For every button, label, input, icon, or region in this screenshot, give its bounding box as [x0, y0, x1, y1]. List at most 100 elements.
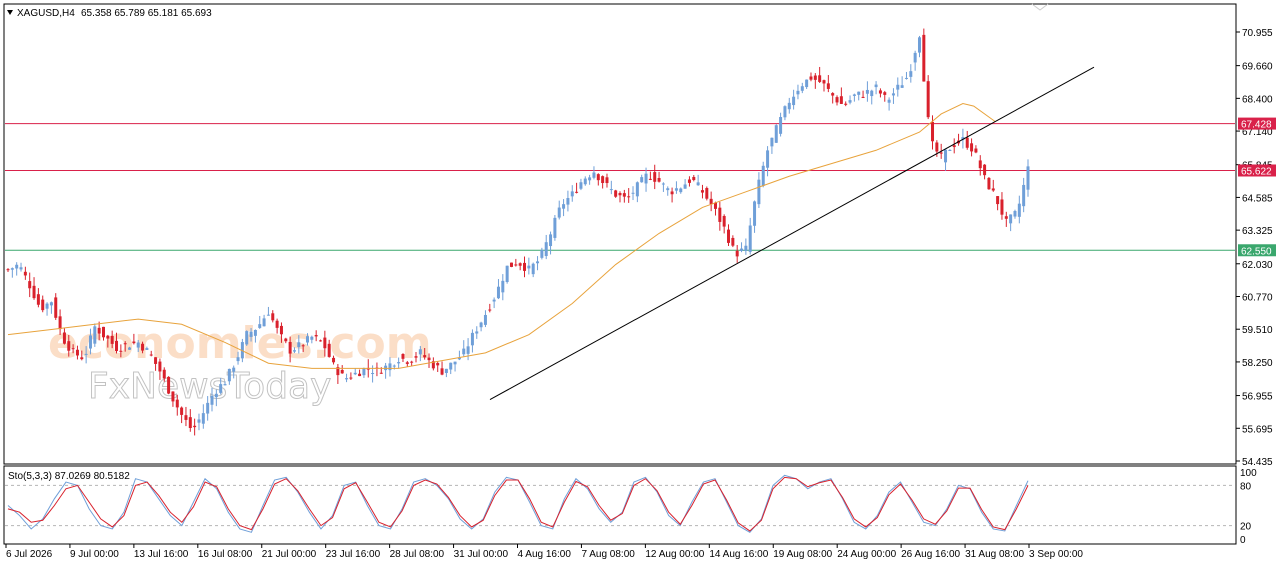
bull-candle	[570, 191, 574, 197]
stochastic-level-label: 20	[1240, 522, 1252, 533]
price-tick-label: 56.955	[1242, 392, 1273, 403]
price-tick-label: 59.510	[1242, 325, 1273, 336]
bull-candle	[631, 192, 635, 194]
time-tick-label: 19 Aug 08:00	[773, 549, 832, 560]
bear-candle	[488, 309, 492, 311]
resistance-price-tag-label: 67.428	[1241, 120, 1272, 131]
bear-candle	[6, 269, 10, 271]
time-tick-label: 7 Aug 08:00	[581, 549, 635, 560]
bull-candle	[536, 261, 540, 264]
price-tick-label: 64.585	[1242, 193, 1273, 204]
bull-candle	[145, 348, 149, 350]
bear-candle	[414, 356, 418, 358]
bear-candle	[379, 372, 383, 374]
ohlc-label: 65.358 65.789 65.181 65.693	[81, 8, 212, 19]
bull-candle	[904, 77, 908, 79]
bull-candle	[297, 342, 301, 348]
bull-candle	[549, 234, 553, 247]
bear-candle	[939, 152, 943, 154]
bear-candle	[23, 271, 27, 276]
bull-candle	[679, 188, 683, 193]
bull-candle	[913, 52, 917, 63]
bull-candle	[566, 198, 570, 205]
bear-candle	[123, 343, 127, 345]
bear-candle	[423, 355, 427, 358]
bear-candle	[878, 90, 882, 94]
bull-candle	[740, 248, 744, 251]
bull-candle	[475, 331, 479, 334]
time-tick-label: 12 Aug 00:00	[645, 549, 704, 560]
bull-candle	[1026, 166, 1030, 190]
bear-candle	[340, 369, 344, 374]
bear-candle	[831, 93, 835, 96]
bear-candle	[687, 179, 691, 183]
bull-candle	[562, 204, 566, 209]
bear-candle	[735, 250, 739, 257]
time-tick-label: 6 Jul 2026	[6, 549, 53, 560]
bear-candle	[965, 137, 969, 148]
chart-canvas[interactable]: economies.com FxNewsToday 70.955 69.660 68…	[0, 0, 1280, 567]
bull-candle	[896, 84, 900, 90]
bear-candle	[935, 142, 939, 152]
bear-candle	[32, 285, 36, 299]
bull-candle	[800, 86, 804, 91]
bear-candle	[826, 83, 830, 89]
bear-candle	[1000, 199, 1004, 215]
bull-candle	[19, 267, 23, 270]
bear-candle	[670, 191, 674, 195]
bear-candle	[987, 177, 991, 190]
bull-candle	[891, 93, 895, 96]
bull-candle	[88, 335, 92, 349]
time-tick-label: 24 Aug 00:00	[837, 549, 896, 560]
bear-candle	[835, 97, 839, 103]
bull-candle	[753, 201, 757, 226]
bull-candle	[857, 91, 861, 95]
bull-candle	[258, 324, 262, 328]
bear-candle	[279, 325, 283, 335]
bear-candle	[349, 377, 353, 379]
bear-candle	[162, 369, 166, 379]
bear-candle	[167, 376, 171, 394]
price-tick-label: 54.435	[1242, 457, 1273, 468]
bear-candle	[922, 34, 926, 82]
bull-candle	[345, 378, 349, 380]
bear-candle	[731, 237, 735, 246]
bear-candle	[75, 349, 79, 356]
bull-candle	[770, 137, 774, 147]
bull-candle	[49, 302, 53, 306]
bull-candle	[292, 350, 296, 352]
bull-candle	[483, 314, 487, 325]
time-tick-label: 9 Jul 00:00	[70, 549, 119, 560]
bull-candle	[45, 303, 49, 309]
bull-candle	[1009, 214, 1013, 224]
bull-candle	[666, 188, 670, 191]
bull-candle	[874, 84, 878, 88]
bear-candle	[36, 294, 40, 305]
bear-candle	[110, 335, 114, 344]
bear-candle	[275, 320, 279, 328]
bear-candle	[514, 264, 518, 266]
stochastic-level-label: 100	[1240, 468, 1257, 479]
bear-candle	[184, 415, 188, 420]
bull-candle	[870, 90, 874, 97]
bear-candle	[410, 361, 414, 363]
bull-candle	[583, 178, 587, 185]
bull-candle	[805, 79, 809, 88]
time-tick-label: 31 Aug 08:00	[965, 549, 1024, 560]
bull-candle	[909, 71, 913, 77]
bull-candle	[310, 336, 314, 340]
bull-candle	[384, 365, 388, 371]
price-tick-label: 70.955	[1242, 28, 1273, 39]
bear-candle	[809, 76, 813, 80]
bear-candle	[80, 357, 84, 360]
bull-candle	[540, 249, 544, 258]
bear-candle	[119, 350, 123, 352]
bear-candle	[974, 148, 978, 153]
bull-candle	[305, 336, 309, 343]
bear-candle	[158, 361, 162, 372]
bear-candle	[28, 281, 32, 289]
bull-candle	[418, 349, 422, 355]
bear-candle	[115, 340, 119, 352]
bear-candle	[861, 96, 865, 98]
bull-candle	[449, 362, 453, 370]
